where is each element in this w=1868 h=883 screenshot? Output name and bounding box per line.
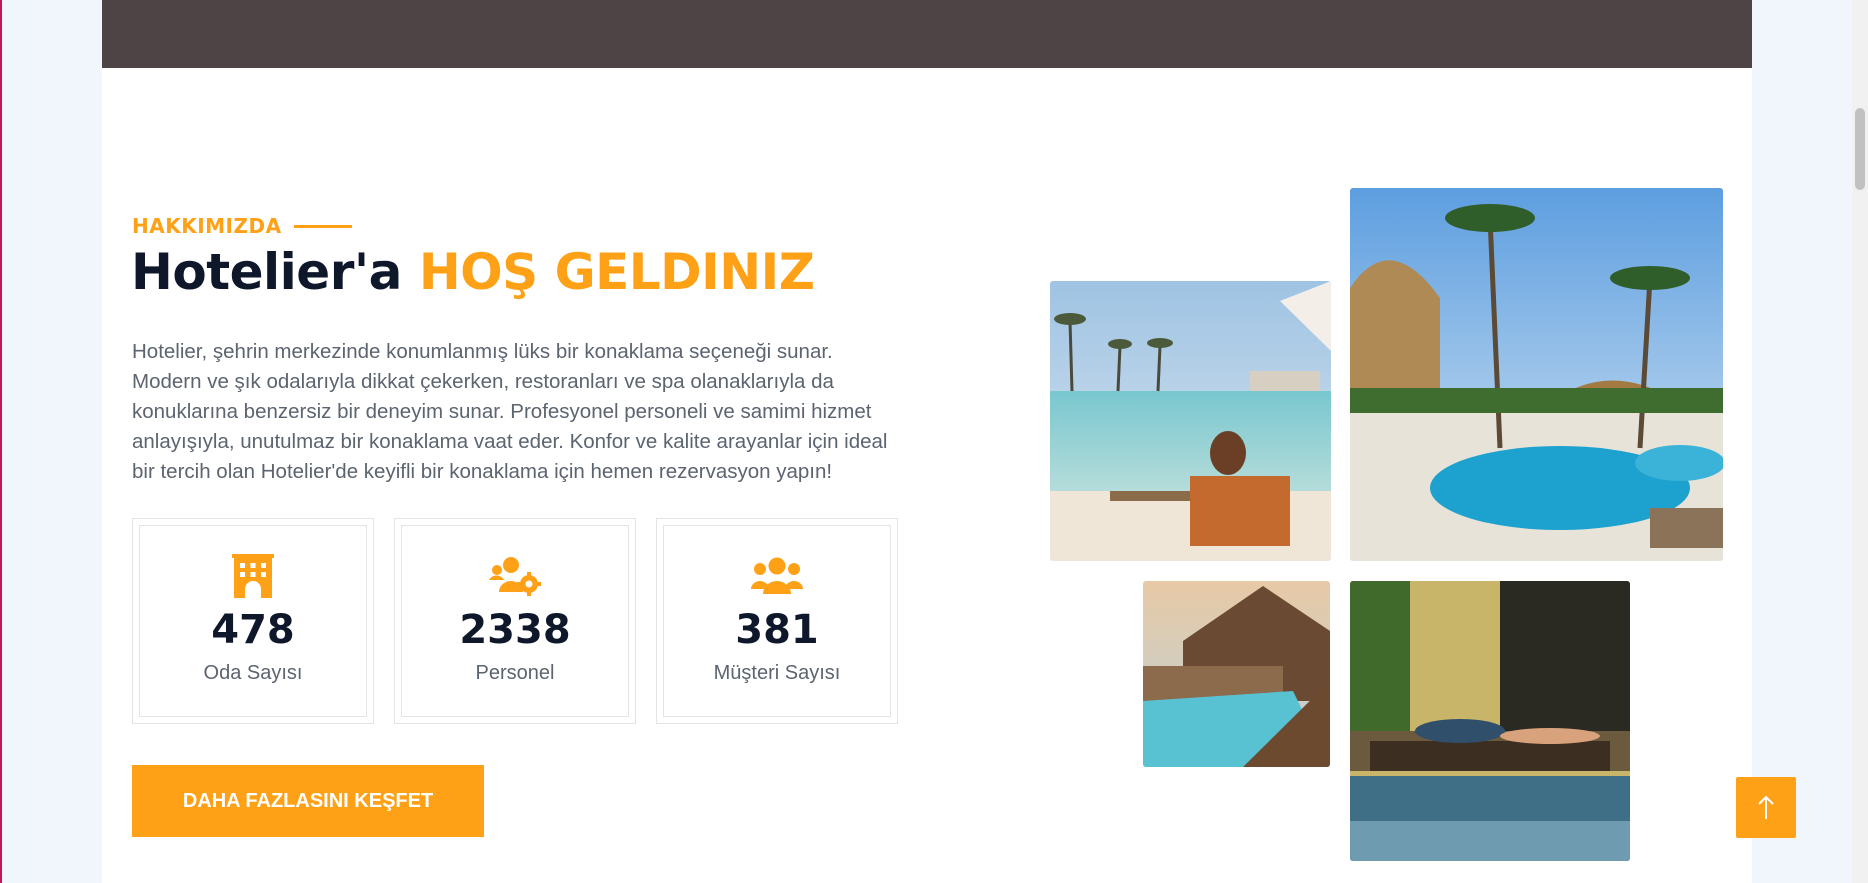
stats-row: 478 Oda Sayısı 2338 Personel 381 Müşteri…	[132, 518, 898, 724]
back-to-top-button[interactable]	[1736, 777, 1796, 838]
stat-value-rooms: 478	[211, 607, 295, 653]
hotel-icon	[225, 554, 281, 598]
scrollbar-thumb[interactable]	[1855, 108, 1865, 190]
stat-value-staff: 2338	[459, 607, 571, 653]
stat-label-customers: Müşteri Sayısı	[713, 662, 841, 684]
title-accent: HOŞ GELDINIZ	[418, 243, 815, 301]
title-prefix: Hotelier'a	[131, 243, 402, 301]
scrollbar[interactable]	[1852, 0, 1868, 883]
stat-card-customers: 381 Müşteri Sayısı	[656, 518, 898, 724]
stat-card-rooms: 478 Oda Sayısı	[132, 518, 374, 724]
stat-card-staff: 2338 Personel	[394, 518, 636, 724]
sunbathing-photo	[1350, 581, 1630, 861]
stat-label-staff: Personel	[475, 662, 555, 684]
arrow-up-icon	[1758, 795, 1774, 819]
page-title: Hotelier'a HOŞ GELDINIZ	[131, 243, 815, 301]
left-edge-accent	[0, 0, 2, 883]
about-section: HAKKIMIZDA Hotelier'a HOŞ GELDINIZ Hotel…	[102, 0, 1752, 883]
explore-more-button[interactable]: DAHA FAZLASINI KEŞFET	[132, 765, 484, 837]
poolside-restaurant-photo	[1143, 581, 1330, 767]
tropical-pool-photo	[1350, 188, 1723, 561]
stat-label-rooms: Oda Sayısı	[203, 662, 303, 684]
users-gear-icon	[487, 554, 543, 598]
about-description: Hotelier, şehrin merkezinde konumlanmış …	[132, 340, 888, 483]
eyebrow-label: HAKKIMIZDA	[132, 214, 282, 238]
users-icon	[749, 554, 805, 598]
stat-value-customers: 381	[735, 607, 819, 653]
section-eyebrow: HAKKIMIZDA	[132, 214, 352, 238]
eyebrow-line	[293, 224, 352, 228]
hero-image-strip	[102, 0, 1752, 68]
pool-lounge-photo	[1050, 281, 1331, 561]
